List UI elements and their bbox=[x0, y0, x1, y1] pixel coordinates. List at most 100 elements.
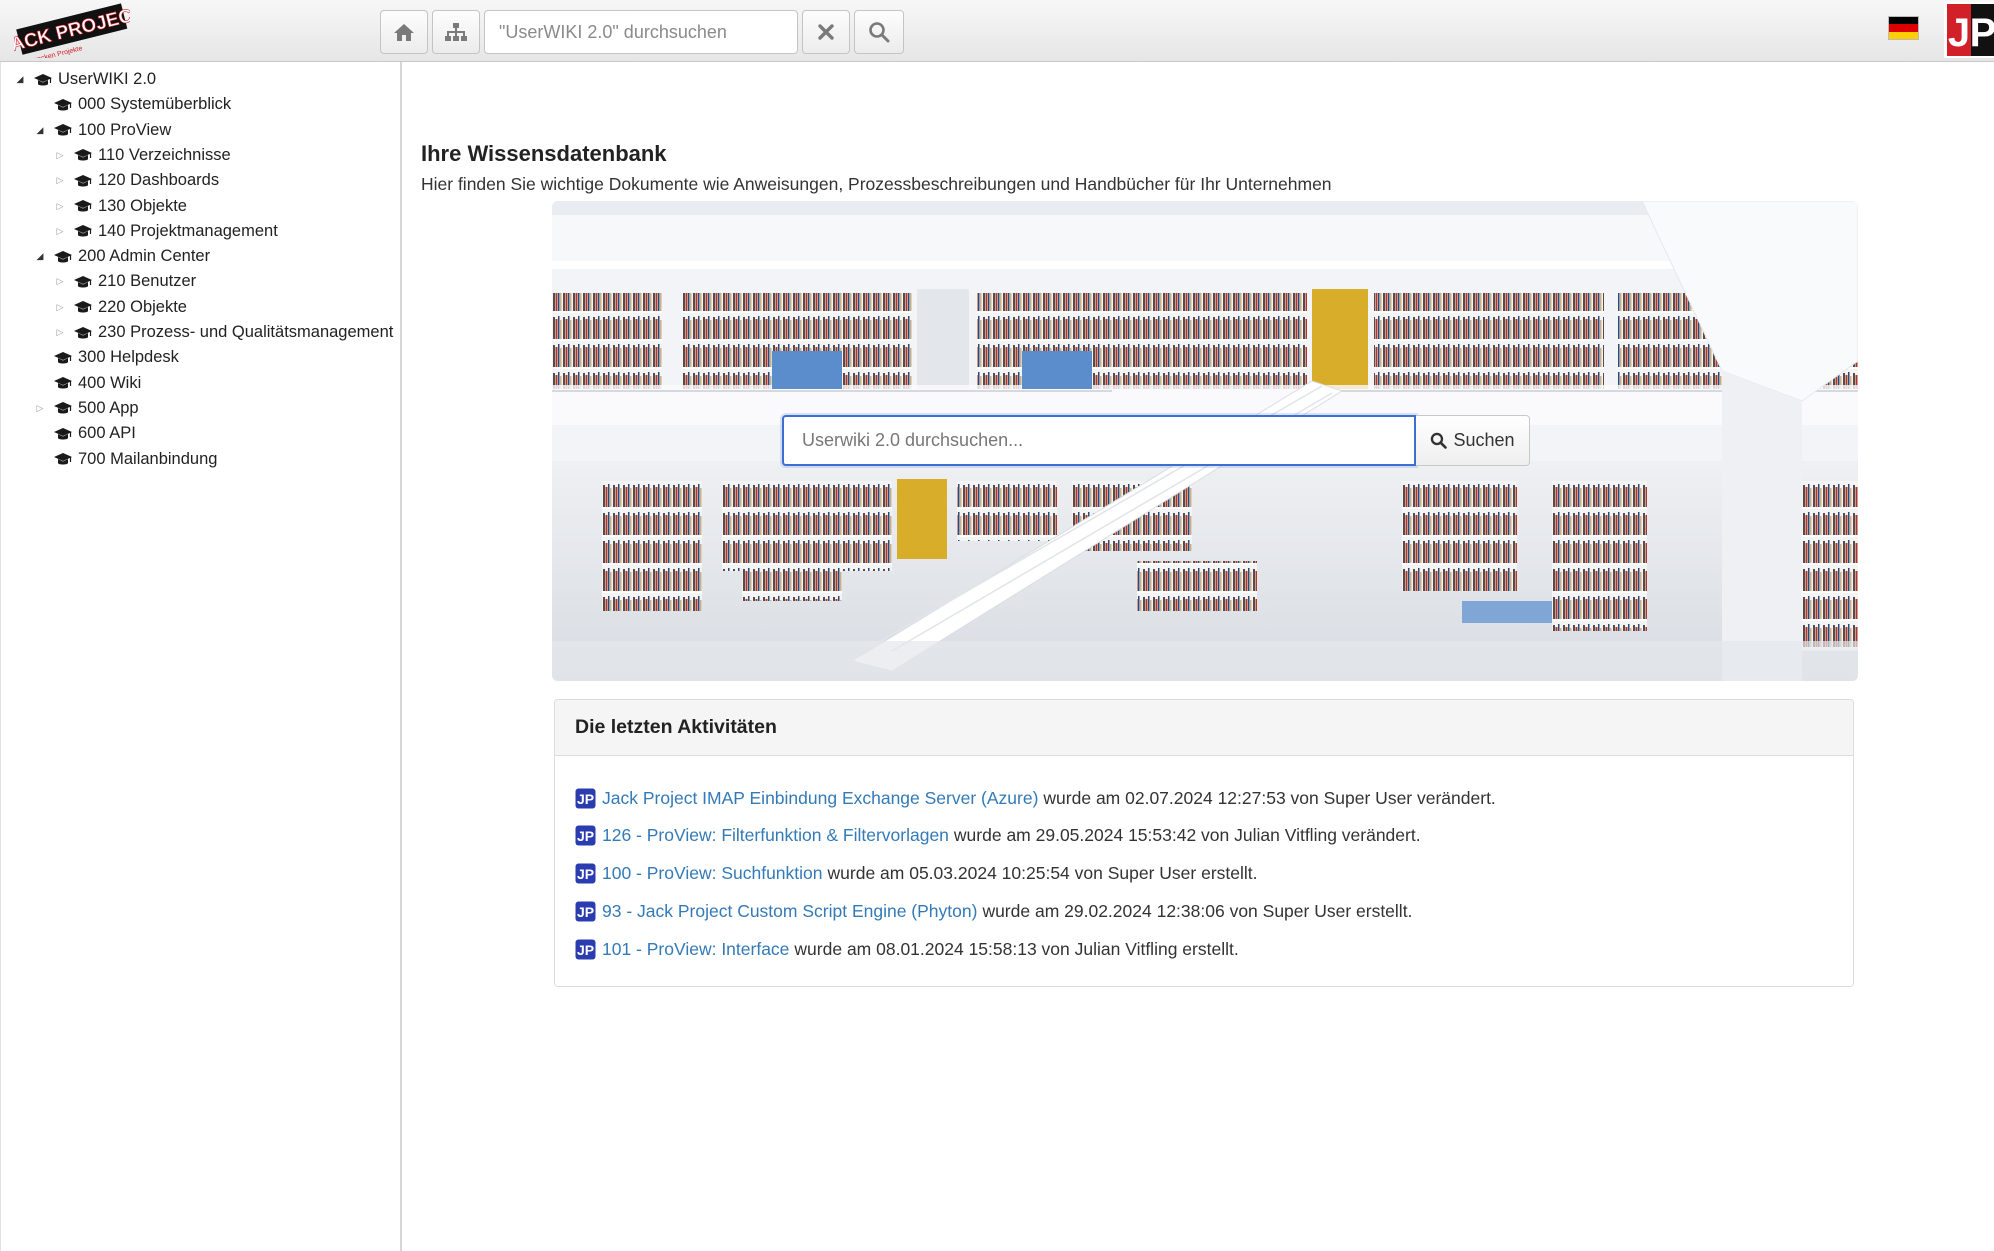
tree-node-label: 200 Admin Center bbox=[78, 247, 211, 266]
expanded-caret-icon[interactable]: ◢ bbox=[33, 250, 47, 264]
tree-node-label: 300 Helpdesk bbox=[78, 348, 179, 367]
sitemap-button[interactable] bbox=[432, 10, 480, 54]
svg-text:JP: JP bbox=[577, 942, 594, 958]
graduation-cap-icon bbox=[54, 351, 72, 364]
expanded-caret-icon[interactable]: ◢ bbox=[33, 123, 47, 137]
activity-text: wurde am 02.07.2024 12:27:53 von Super U… bbox=[1043, 787, 1496, 808]
collapsed-caret-icon[interactable]: ▷ bbox=[53, 174, 67, 188]
tree-node-label: 230 Prozess- und Qualitätsmanagement bbox=[98, 323, 394, 341]
activity-link[interactable]: 100 - ProView: Suchfunktion bbox=[602, 863, 823, 884]
svg-text:JP: JP bbox=[577, 904, 594, 920]
graduation-cap-icon bbox=[54, 250, 72, 263]
activity-text: wurde am 29.05.2024 15:53:42 von Julian … bbox=[953, 825, 1421, 846]
graduation-cap-icon bbox=[74, 149, 92, 161]
graduation-cap-icon bbox=[54, 453, 72, 465]
graduation-cap-icon bbox=[54, 402, 72, 414]
collapsed-caret-icon[interactable]: ▷ bbox=[53, 199, 67, 213]
graduation-cap-icon bbox=[74, 326, 92, 338]
recent-activities-panel: Die letzten Aktivitäten JP Jack Project I… bbox=[554, 699, 1854, 987]
graduation-cap-icon bbox=[54, 427, 72, 440]
tree-node[interactable]: 300 Helpdesk bbox=[33, 345, 179, 370]
activity-link[interactable]: 93 - Jack Project Custom Script Engine (… bbox=[602, 901, 977, 922]
tree-node[interactable]: ▷ 130 Objekte bbox=[53, 194, 187, 219]
tree-node[interactable]: ◢ UserWIKI 2.0 bbox=[13, 67, 157, 92]
svg-text:J: J bbox=[1948, 11, 1970, 55]
clear-search-button[interactable] bbox=[802, 10, 850, 54]
tree-node[interactable]: ▷ 500 App bbox=[33, 396, 139, 421]
tree-node-label: 600 API bbox=[78, 424, 136, 443]
activity-item: JP Jack Project IMAP Einbindung Exchange … bbox=[575, 785, 1496, 811]
jp-icon: JP bbox=[575, 863, 596, 884]
activity-item: JP 126 - ProView: Filterfunktion & Filter… bbox=[575, 823, 1421, 849]
wiki-search-input[interactable] bbox=[484, 10, 798, 54]
tree-node-label: 130 Objekte bbox=[98, 196, 187, 215]
activity-link[interactable]: 101 - ProView: Interface bbox=[602, 939, 789, 960]
graduation-cap-icon bbox=[74, 200, 92, 212]
activity-link[interactable]: 126 - ProView: Filterfunktion & Filtervo… bbox=[602, 825, 949, 846]
hero-search-input[interactable] bbox=[782, 415, 1416, 466]
tree-node-label: 210 Benutzer bbox=[98, 272, 197, 291]
recent-activities-header: Die letzten Aktivitäten bbox=[555, 700, 1853, 756]
tree-node-label: 000 Systemüberblick bbox=[78, 95, 232, 114]
graduation-cap-icon bbox=[54, 377, 72, 389]
expanded-caret-icon[interactable]: ◢ bbox=[13, 73, 27, 87]
activity-item: JP 93 - Jack Project Custom Script Engine… bbox=[575, 898, 1412, 924]
svg-text:JP: JP bbox=[577, 828, 594, 844]
collapsed-caret-icon[interactable]: ▷ bbox=[53, 275, 67, 289]
close-icon bbox=[818, 24, 834, 40]
collapsed-caret-icon[interactable]: ▷ bbox=[53, 224, 67, 238]
activity-text: wurde am 05.03.2024 10:25:54 von Super U… bbox=[827, 863, 1258, 884]
jp-icon: JP bbox=[575, 939, 596, 960]
activity-item: JP 101 - ProView: Interface wurde am 08.01… bbox=[575, 936, 1239, 962]
page-title: Ihre Wissensdatenbank bbox=[421, 141, 667, 166]
search-icon bbox=[1431, 432, 1448, 449]
tree-node[interactable]: 000 Systemüberblick bbox=[33, 92, 231, 117]
tree-node-label: 500 App bbox=[78, 398, 139, 417]
activity-text: wurde am 29.02.2024 12:38:06 von Super U… bbox=[982, 900, 1413, 921]
graduation-cap-icon bbox=[74, 275, 92, 288]
tree-node[interactable]: ◢ 200 Admin Center bbox=[33, 244, 211, 269]
graduation-cap-icon bbox=[74, 301, 92, 313]
collapsed-caret-icon[interactable]: ▷ bbox=[33, 401, 47, 415]
collapsed-caret-icon[interactable]: ▷ bbox=[53, 326, 67, 340]
navigation-tree: ◢ UserWIKI 2.0 000 Systemüberblick ◢ 100 Pro… bbox=[0, 62, 402, 1251]
tree-node[interactable]: ▷ 120 Dashboards bbox=[53, 168, 220, 193]
tree-node[interactable]: ▷ 140 Projektmanagement bbox=[53, 219, 278, 244]
tree-node[interactable]: 400 Wiki bbox=[33, 371, 141, 396]
jp-brand-logo: J P bbox=[1944, 2, 1994, 58]
graduation-cap-icon bbox=[74, 174, 92, 187]
tree-node[interactable]: 600 API bbox=[33, 421, 136, 446]
svg-text:JP: JP bbox=[577, 866, 594, 882]
tree-node[interactable]: 700 Mailanbindung bbox=[33, 447, 217, 472]
tree-node-label: 120 Dashboards bbox=[98, 171, 220, 190]
hero-search-button[interactable]: Suchen bbox=[1416, 415, 1530, 466]
activity-item: JP 100 - ProView: Suchfunktion wurde am 05… bbox=[575, 861, 1258, 887]
tree-node[interactable]: ◢ 100 ProView bbox=[33, 118, 172, 143]
tree-node[interactable]: ▷ 110 Verzeichnisse bbox=[53, 143, 231, 168]
activity-text: wurde am 08.01.2024 15:58:13 von Julian … bbox=[794, 938, 1239, 959]
home-button[interactable] bbox=[380, 10, 428, 54]
hero-search-button-label: Suchen bbox=[1453, 430, 1515, 450]
search-button[interactable] bbox=[854, 10, 904, 54]
tree-node-label: 220 Objekte bbox=[98, 297, 187, 316]
jp-icon: JP bbox=[575, 901, 596, 922]
graduation-cap-icon bbox=[74, 225, 92, 237]
tree-node-label: 700 Mailanbindung bbox=[78, 449, 218, 468]
graduation-cap-icon bbox=[34, 73, 52, 85]
home-icon bbox=[394, 24, 414, 41]
german-flag-icon[interactable] bbox=[1888, 16, 1919, 40]
graduation-cap-icon bbox=[54, 98, 72, 111]
tree-node-label: 100 ProView bbox=[78, 120, 172, 139]
tree-node[interactable]: ▷ 210 Benutzer bbox=[53, 269, 197, 294]
search-icon bbox=[869, 22, 890, 43]
tree-node[interactable]: ▷ 230 Prozess- und Qualitätsmanagement bbox=[53, 320, 394, 345]
tree-node-label: 110 Verzeichnisse bbox=[98, 145, 231, 164]
tree-node[interactable]: ▷ 220 Objekte bbox=[53, 295, 187, 320]
activity-link[interactable]: Jack Project IMAP Einbindung Exchange Se… bbox=[602, 788, 1038, 809]
collapsed-caret-icon[interactable]: ▷ bbox=[53, 148, 67, 162]
collapsed-caret-icon[interactable]: ▷ bbox=[53, 300, 67, 314]
jack-project-logo[interactable]: JACK PROJECT So rocken Projekte bbox=[14, 2, 130, 58]
